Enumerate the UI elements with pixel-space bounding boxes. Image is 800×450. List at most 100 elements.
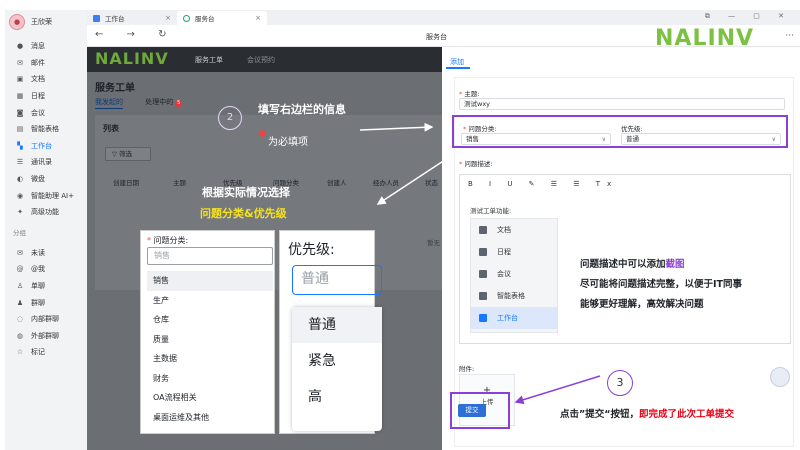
tab-initiated[interactable]: 我发起的: [95, 98, 123, 109]
submit-button[interactable]: 提交: [458, 404, 486, 417]
navigation-buttons[interactable]: ← → ↻: [95, 29, 177, 40]
sidebar-item-calendar[interactable]: ▦ 日程: [5, 88, 87, 105]
priority-dropdown: 普通 紧急 高: [292, 307, 382, 431]
nav-service-ticket[interactable]: 服务工单: [195, 55, 223, 65]
category-option-sales[interactable]: 销售: [147, 271, 273, 291]
editor-text: 测试工单功能:: [470, 207, 512, 215]
nav-meeting-booking[interactable]: 会议预约: [247, 55, 275, 65]
description-editor[interactable]: B I U ✎ ☰ ☰ Tx 测试工单功能: 文档 日程 会议 智能表格 工作台…: [459, 174, 791, 344]
priority-option-high[interactable]: 高: [292, 379, 382, 415]
sidebar-item-label: 会议: [31, 108, 45, 117]
sidebar-item-at-me[interactable]: @ @我: [5, 261, 87, 278]
highlight-box-selects: [452, 115, 788, 148]
sidebar-item-drive[interactable]: ◐ 微盘: [5, 171, 87, 188]
sidebar-item-label: 单聊: [31, 282, 45, 291]
category-option-finance[interactable]: 财务: [147, 369, 273, 389]
category-option-oa[interactable]: OA流程相关: [147, 388, 273, 408]
filter-button[interactable]: ▽ 筛选: [105, 147, 151, 161]
priority-option-normal[interactable]: 普通: [292, 307, 382, 343]
priority-option-urgent[interactable]: 紧急: [292, 343, 382, 379]
calendar-icon: ▦: [16, 92, 24, 101]
sidebar-item-label: 邮件: [31, 58, 45, 67]
sidebar-item-docs[interactable]: ▣ 文档: [5, 71, 87, 88]
sidebar-item-external-chat[interactable]: ◍ 外部群聊: [5, 328, 87, 345]
external-chat-icon: ◍: [16, 331, 24, 340]
sidebar-item-advanced[interactable]: ✦ 高级功能: [5, 204, 87, 221]
final-instruction: 点击”提交“按钮，即完成了此次工单提交: [560, 406, 734, 420]
service-icon: [183, 14, 190, 22]
col-status[interactable]: 状态: [425, 177, 438, 187]
col-created-date[interactable]: 创建日期: [113, 177, 139, 187]
screen: ● 王欣荣 ● 消息 ✉ 邮件 ▣ 文档 ▦ 日程 ◙ 会议 ▤ 智能表格 ▚ 工作台 ☰ 通讯…: [0, 0, 800, 450]
sidebar-item-messages[interactable]: ● 消息: [5, 38, 87, 55]
sidebar-item-group-chat[interactable]: ♟ 群聊: [5, 294, 87, 311]
col-subject[interactable]: 主题: [173, 177, 186, 187]
empty-state: 暂无: [427, 239, 440, 247]
sidebar-item-smart-table[interactable]: ▤ 智能表格: [5, 121, 87, 138]
category-option-desktop[interactable]: 桌面运维及其他: [147, 408, 273, 428]
sidebar-item-label: 工作台: [31, 141, 52, 150]
sidebar-item-workbench[interactable]: ▚ 工作台: [5, 138, 87, 155]
calendar-icon: [479, 248, 487, 256]
ai-icon: ◉: [16, 191, 24, 200]
category-option-warehouse[interactable]: 仓库: [147, 310, 273, 330]
sidebar-item-single-chat[interactable]: ♙ 单聊: [5, 278, 87, 295]
sidebar-item-unread[interactable]: ✉ 未读: [5, 245, 87, 262]
subject-label: * 主题:: [459, 90, 480, 98]
col-creator[interactable]: 创建人: [327, 177, 347, 187]
shot-item-meeting: 会议: [471, 263, 557, 285]
category-option-production[interactable]: 生产: [147, 291, 273, 311]
priority-zoom-label: 优先级:: [288, 242, 335, 258]
final-text: 点击”提交“按钮，: [560, 409, 639, 420]
priority-zoom-select[interactable]: 普通: [292, 265, 382, 295]
chat-bubble-icon: ●: [16, 42, 24, 51]
sidebar-item-label: 高级功能: [31, 208, 59, 217]
sidebar-item-label: 外部群聊: [31, 331, 59, 340]
sidebar-item-ai[interactable]: ◉ 智能助理 AI+: [5, 187, 87, 204]
category-zoom-select[interactable]: 销售: [147, 247, 273, 265]
category-options: 销售 生产 仓库 质量 主数据 财务 OA流程相关 桌面运维及其他: [147, 271, 273, 427]
close-icon[interactable]: ×: [165, 14, 171, 22]
shot-item-label: 智能表格: [497, 292, 525, 300]
sidebar-item-tags[interactable]: ☆ 标记: [5, 344, 87, 361]
sidebar-item-label: @我: [31, 265, 45, 274]
app-header: NALINV 服务工单 会议预约: [87, 47, 442, 72]
sidebar-groups: ✉ 未读 @ @我 ♙ 单聊 ♟ 群聊 ◌ 内部群聊 ◍ 外部群聊 ☆ 标记: [5, 245, 87, 361]
window-controls[interactable]: ⧉ — ▢ ✕: [705, 12, 792, 21]
filter-label: 筛选: [119, 150, 133, 158]
tab-workbench[interactable]: 工作台 ×: [87, 11, 177, 25]
choose-text: 根据实际情况选择: [202, 186, 290, 199]
tab-label: 处理中的: [145, 98, 174, 106]
step-3-marker: 3: [607, 370, 633, 396]
more-icon[interactable]: ···: [785, 31, 794, 41]
category-option-quality[interactable]: 质量: [147, 330, 273, 350]
sidebar-nav: ● 消息 ✉ 邮件 ▣ 文档 ▦ 日程 ◙ 会议 ▤ 智能表格 ▚ 工作台 ☰ 通讯录 ◐ 微盘 …: [5, 38, 87, 221]
editor-toolbar[interactable]: B I U ✎ ☰ ☰ Tx: [468, 180, 618, 188]
sidebar-item-internal-chat[interactable]: ◌ 内部群聊: [5, 311, 87, 328]
count-badge: 5: [175, 100, 183, 107]
grid-icon: [93, 14, 100, 22]
sidebar-item-contacts[interactable]: ☰ 通讯录: [5, 154, 87, 171]
tab-label: 工作台: [105, 15, 125, 23]
category-zoom-label: * 问题分类:: [147, 236, 189, 245]
browser-tab-strip: 工作台 × 服务台 × ⧉ — ▢ ✕: [87, 10, 800, 25]
sidebar-item-label: 日程: [31, 92, 45, 101]
assistant-avatar[interactable]: [770, 367, 790, 387]
shot-item-docs: 文档: [471, 219, 557, 241]
sidebar-group-label: 分组: [13, 228, 26, 237]
shot-item-calendar: 日程: [471, 241, 557, 263]
tab-service-desk[interactable]: 服务台 ×: [177, 11, 267, 25]
sidebar-item-mail[interactable]: ✉ 邮件: [5, 55, 87, 72]
mail-icon: ✉: [17, 58, 23, 67]
tab-add[interactable]: 添加: [450, 57, 464, 67]
col-handler[interactable]: 经办人员: [373, 177, 399, 187]
user-profile[interactable]: ● 王欣荣: [5, 10, 87, 34]
subject-input[interactable]: 测试wxy: [459, 98, 785, 110]
required-star: *: [258, 126, 267, 145]
sidebar-item-label: 消息: [31, 42, 45, 51]
tab-processing[interactable]: 处理中的 5: [145, 98, 183, 107]
category-option-master-data[interactable]: 主数据: [147, 349, 273, 369]
close-icon[interactable]: ×: [255, 14, 261, 22]
left-sidebar: ● 王欣荣 ● 消息 ✉ 邮件 ▣ 文档 ▦ 日程 ◙ 会议 ▤ 智能表格 ▚ 工作台 ☰ 通讯…: [5, 10, 87, 450]
sidebar-item-meeting[interactable]: ◙ 会议: [5, 104, 87, 121]
